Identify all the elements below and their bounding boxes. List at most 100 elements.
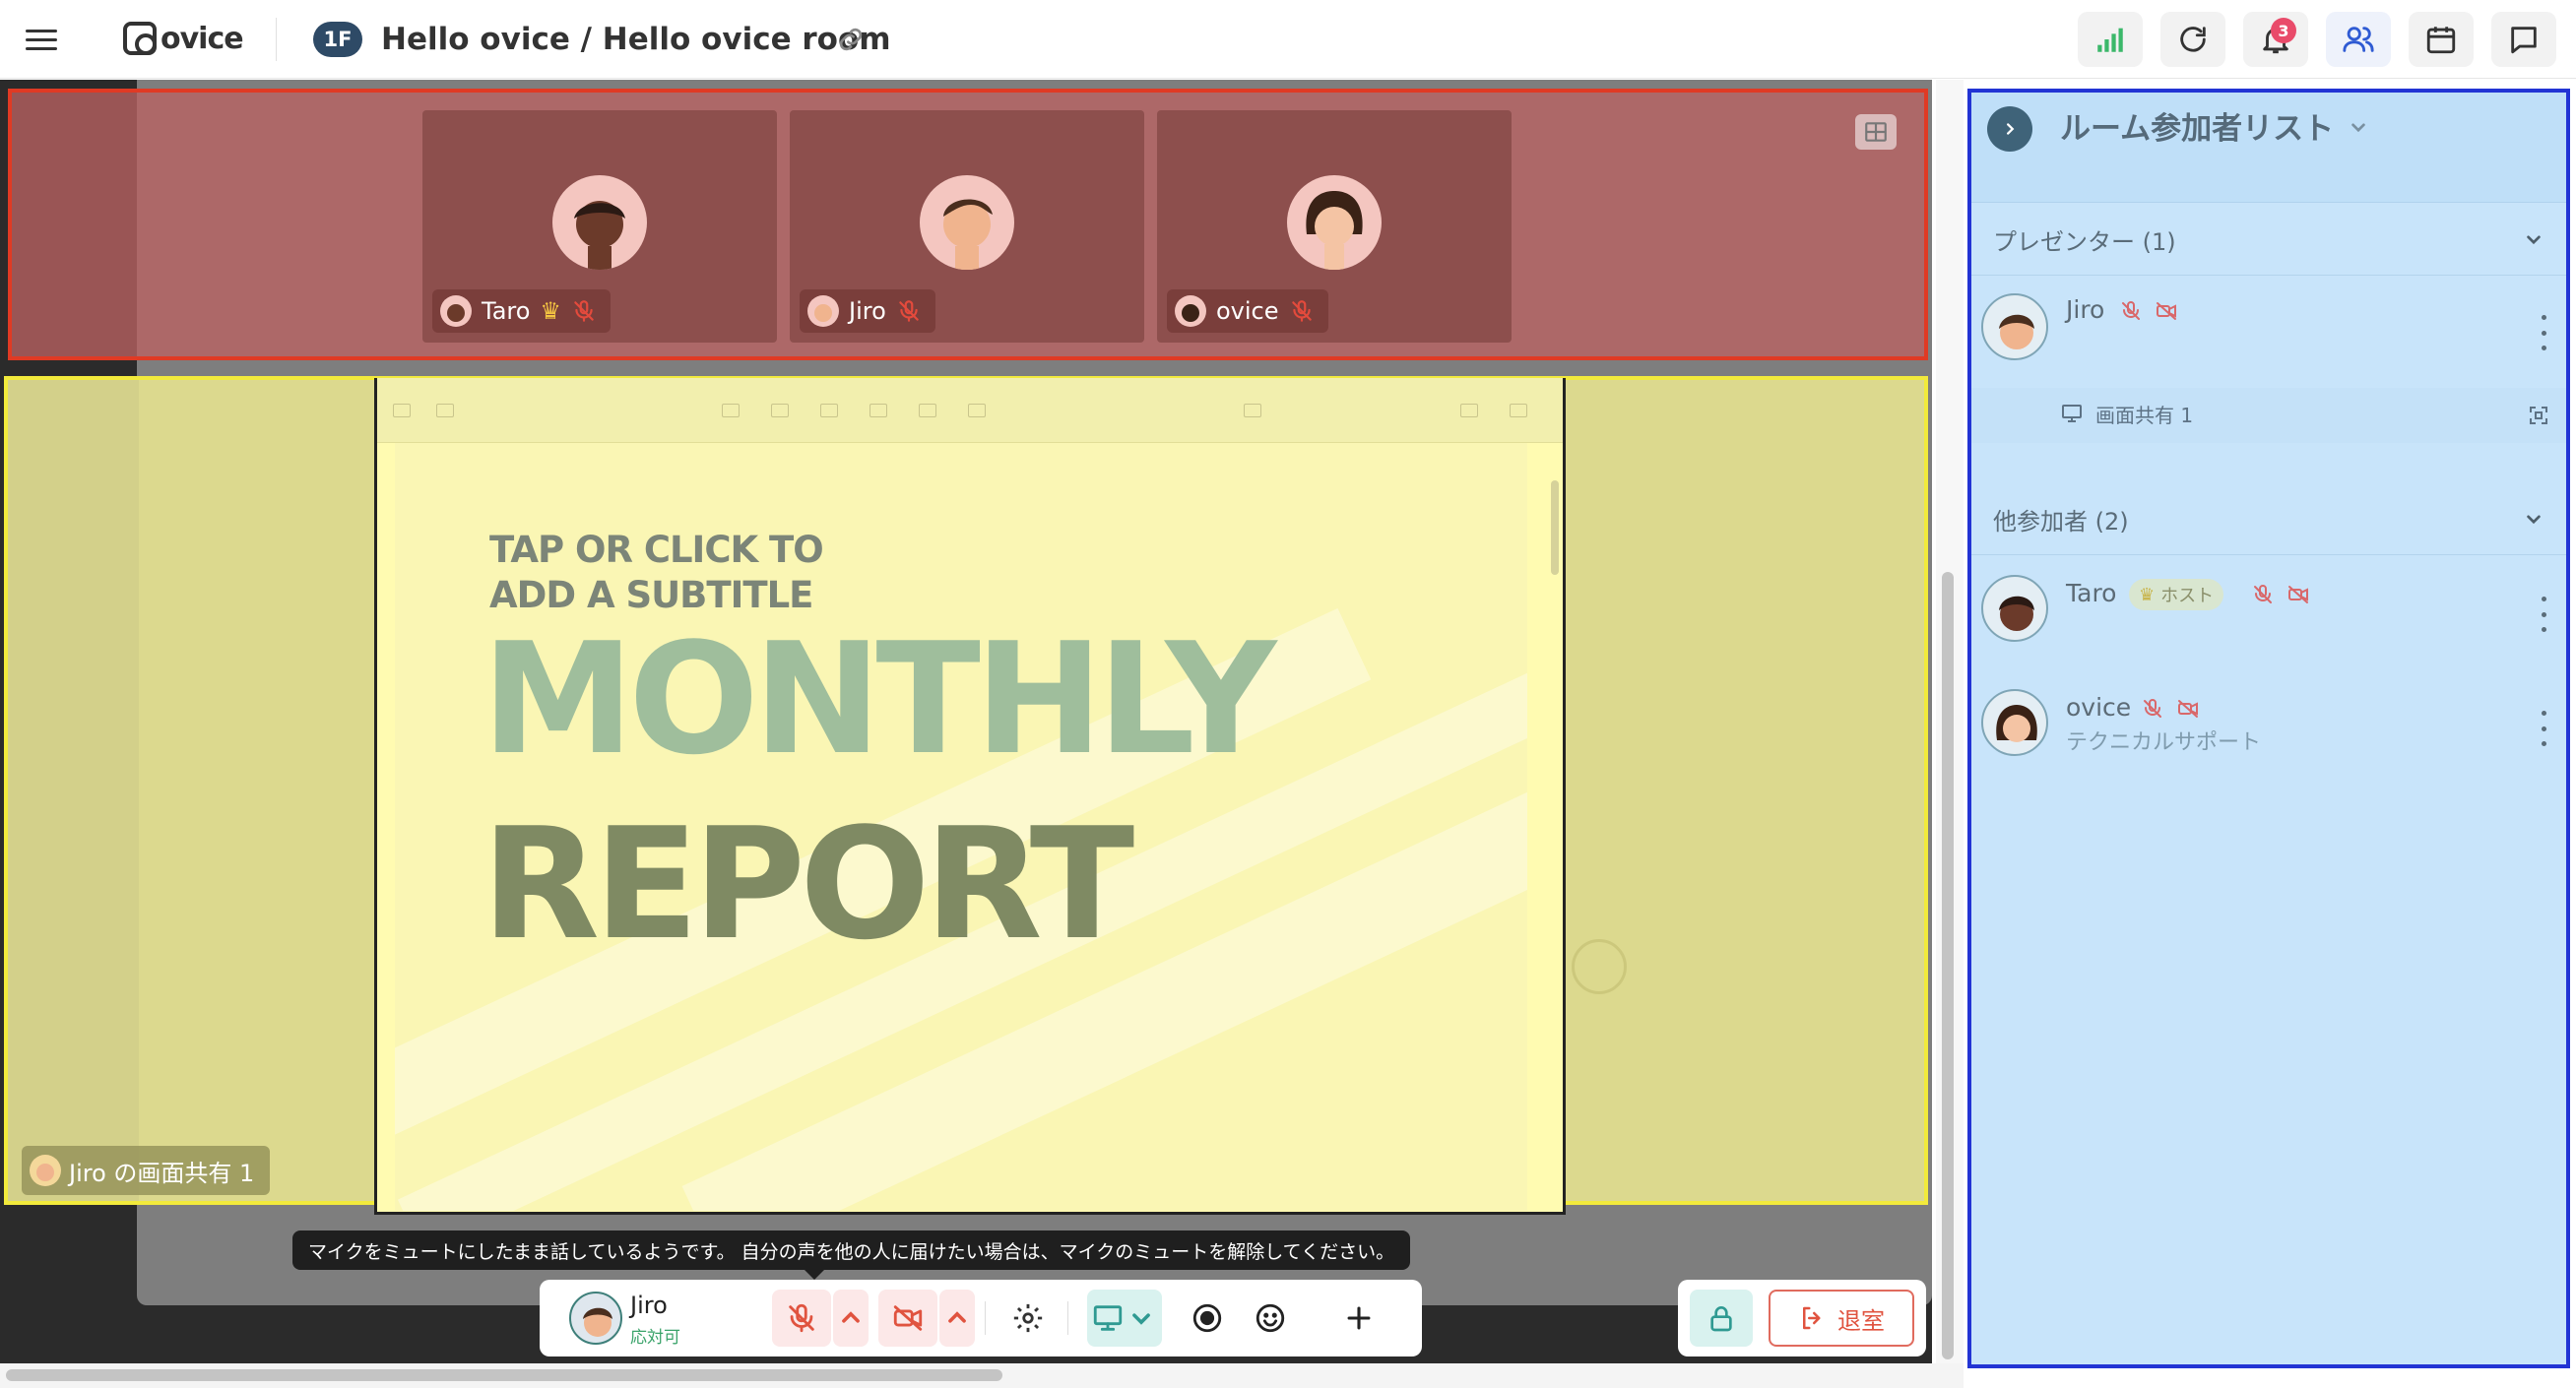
- avatar: [807, 295, 839, 327]
- presenter-section-header[interactable]: プレゼンター (1): [1971, 203, 2566, 276]
- chevron-down-icon: [2527, 515, 2541, 525]
- monitor-icon: [2062, 405, 2082, 422]
- ovice-logo[interactable]: ovice: [123, 18, 244, 59]
- notification-button[interactable]: 3: [2243, 12, 2308, 67]
- presenter-tile-ovice[interactable]: ovice: [1157, 110, 1512, 343]
- header-divider: [276, 18, 277, 61]
- participant-status-icons: [2251, 583, 2310, 606]
- presenter-name-tag: ovice: [1167, 289, 1328, 333]
- participant-row-taro[interactable]: Taro ♛ ホスト: [1971, 555, 2566, 662]
- avatar: [569, 1292, 622, 1345]
- participant-more-menu[interactable]: [2539, 711, 2548, 746]
- reaction-button[interactable]: [1241, 1290, 1300, 1347]
- participant-more-menu[interactable]: [2539, 597, 2548, 632]
- toolbar-icon: [1510, 404, 1527, 417]
- camera-off-icon: [2178, 700, 2198, 718]
- presenter-tile-taro[interactable]: Taro ♛: [422, 110, 777, 343]
- mic-muted-icon: [2254, 585, 2272, 603]
- participant-name: Jiro: [2066, 295, 2105, 324]
- current-user-status[interactable]: Jiro 応対可: [569, 1290, 762, 1348]
- lock-icon: [1710, 1306, 1732, 1332]
- leave-room-button[interactable]: 退室: [1769, 1290, 1914, 1347]
- presenter-screen-share-row[interactable]: 画面共有 1: [1971, 388, 2566, 443]
- participant-list-header: ルーム参加者リスト: [1971, 93, 2566, 203]
- participants-button[interactable]: [2326, 12, 2391, 67]
- mic-muted-icon: [789, 1303, 814, 1333]
- focus-screen-icon[interactable]: [2527, 404, 2550, 427]
- notification-count-badge: 3: [2271, 18, 2296, 43]
- others-section-header[interactable]: 他参加者 (2): [1971, 482, 2566, 555]
- screen-share-side-area: [8, 380, 139, 1201]
- vertical-scroll-thumb[interactable]: [1942, 572, 1954, 1359]
- camera-off-icon: [2288, 586, 2308, 603]
- people-icon: [2343, 27, 2374, 52]
- horizontal-scroll-thumb[interactable]: [6, 1369, 1002, 1381]
- chat-button[interactable]: [2491, 12, 2556, 67]
- mic-options-button[interactable]: [833, 1290, 869, 1347]
- control-divider: [985, 1301, 986, 1335]
- toolbar-icon: [771, 404, 789, 417]
- participant-name: Taro: [2066, 579, 2117, 607]
- avatar: [30, 1155, 61, 1186]
- host-badge-label: ホスト: [2160, 586, 2215, 606]
- smiley-icon: [1256, 1303, 1285, 1333]
- slide-title-line: REPORT: [482, 794, 1134, 974]
- more-actions-button[interactable]: [1329, 1290, 1388, 1347]
- avatar: [1981, 689, 2048, 756]
- muted-speaking-tooltip: マイクをミュートにしたまま話しているようです。 自分の声を他の人に届けたい場合は…: [292, 1230, 1411, 1280]
- refresh-icon: [2180, 27, 2206, 52]
- logo-text: ovice: [161, 21, 244, 56]
- presenter-name-tag: Taro ♛: [432, 289, 611, 333]
- presenter-strip: Taro ♛ Jiro ovice: [8, 89, 1928, 360]
- record-button[interactable]: [1178, 1290, 1237, 1347]
- presenter-name: ovice: [1216, 297, 1279, 325]
- hamburger-menu-icon[interactable]: [26, 24, 57, 55]
- vertical-scrollbar[interactable]: [1936, 80, 1964, 1365]
- screen-share-button[interactable]: [1087, 1290, 1162, 1347]
- horizontal-scrollbar[interactable]: [0, 1363, 1964, 1388]
- avatar: [1981, 575, 2048, 642]
- mic-toggle-button[interactable]: [772, 1290, 831, 1347]
- slide-scrollbar[interactable]: [1551, 480, 1559, 575]
- floor-badge[interactable]: 1F: [313, 22, 362, 57]
- camera-toggle-button[interactable]: [878, 1290, 937, 1347]
- leave-room-label: 退室: [1837, 1306, 1885, 1335]
- collapse-panel-button[interactable]: [1987, 106, 2032, 152]
- participant-row-ovice[interactable]: ovice テクニカルサポート: [1971, 669, 2566, 776]
- ovice-logo-mark: [123, 22, 157, 55]
- refresh-button[interactable]: [2160, 12, 2225, 67]
- calendar-button[interactable]: [2409, 12, 2474, 67]
- chevron-up-icon: [842, 1311, 860, 1323]
- chat-icon: [2511, 27, 2537, 54]
- participant-list-title: ルーム参加者リスト: [2060, 111, 2335, 147]
- gear-icon: [1013, 1303, 1043, 1333]
- participant-list-panel: ルーム参加者リスト プレゼンター (1) Jiro 画面共有 1 他参加者 (2…: [1967, 89, 2570, 1368]
- grid-layout-icon[interactable]: [1855, 114, 1897, 150]
- signal-button[interactable]: [2078, 12, 2143, 67]
- toolbar-icon: [919, 404, 936, 417]
- shared-slide-window[interactable]: TAP OR CLICK TO ADD A SUBTITLE MONTHLY R…: [374, 378, 1566, 1215]
- mic-muted-icon: [2122, 301, 2140, 320]
- presenter-tile-jiro[interactable]: Jiro: [790, 110, 1144, 343]
- lock-room-button[interactable]: [1690, 1290, 1753, 1347]
- chevron-down-icon[interactable]: [2346, 114, 2371, 140]
- participant-more-menu[interactable]: [2539, 315, 2548, 350]
- toolbar-icon: [1460, 404, 1478, 417]
- presenter-name: Jiro: [849, 297, 886, 325]
- screen-share-item-label: 画面共有 1: [2095, 404, 2194, 427]
- camera-options-button[interactable]: [939, 1290, 975, 1347]
- toolbar-icon: [869, 404, 887, 417]
- chevron-down-icon: [2527, 235, 2541, 245]
- current-user-availability: 応対可: [630, 1328, 680, 1348]
- avatar: [1287, 175, 1382, 270]
- toolbar-icon: [968, 404, 986, 417]
- signal-icon: [2097, 28, 2123, 52]
- screen-share-label: Jiro の画面共有 1: [22, 1146, 271, 1195]
- slide-app-toolbar: [377, 378, 1563, 443]
- participant-row-jiro[interactable]: Jiro: [1971, 276, 2566, 378]
- link-icon[interactable]: [835, 24, 867, 55]
- chevron-down-icon: [1132, 1313, 1150, 1325]
- settings-button[interactable]: [998, 1290, 1058, 1347]
- participant-status-icons: [2141, 697, 2200, 721]
- cursor-indicator: [1572, 939, 1627, 994]
